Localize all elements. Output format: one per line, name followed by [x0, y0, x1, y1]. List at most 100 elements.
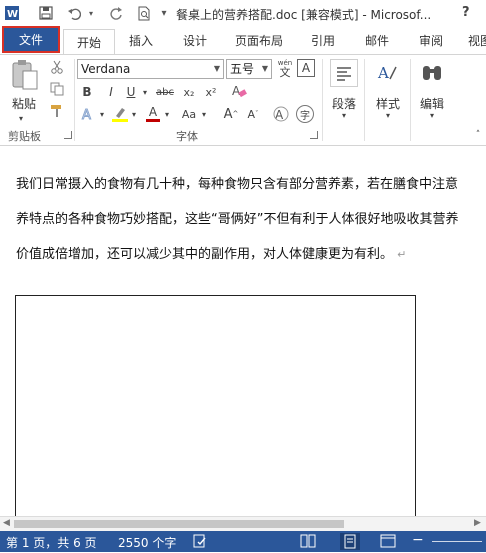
- tab-design[interactable]: 设计: [172, 29, 218, 51]
- document-area[interactable]: 我们日常摄入的食物有几十种，每种食物只含有部分营养素，若在膳食中注意 养特点的各…: [0, 147, 486, 516]
- underline-button[interactable]: U: [124, 83, 138, 101]
- font-name-select[interactable]: Verdana ▼: [77, 59, 224, 79]
- document-line: 养特点的各种食物巧妙搭配，这些“哥俩好”不但有利于人体很好地吸收其营养: [16, 212, 459, 227]
- paragraph-dropdown-icon[interactable]: ▾: [339, 110, 349, 120]
- font-color-letter: A: [148, 105, 158, 119]
- enclose-characters-button[interactable]: 字: [296, 105, 314, 123]
- paste-icon[interactable]: [10, 59, 40, 91]
- caret-down-icon: ˇ: [255, 110, 259, 118]
- change-case-dropdown-icon[interactable]: ▾: [200, 105, 208, 123]
- group-separator: [322, 59, 323, 141]
- caret-up-icon: ^: [232, 110, 239, 118]
- tab-file[interactable]: 文件: [2, 26, 60, 53]
- binoculars-icon[interactable]: [418, 59, 446, 87]
- ribbon-tabs: 文件 开始 插入 设计 页面布局 引用 邮件 审阅 视图: [0, 26, 486, 54]
- font-size-select[interactable]: 五号 ▼: [226, 59, 272, 79]
- font-size-value: 五号: [230, 62, 255, 76]
- save-icon[interactable]: [38, 5, 54, 21]
- svg-text:A: A: [82, 108, 91, 122]
- customize-toolbar-icon[interactable]: ▾: [158, 5, 170, 21]
- format-painter-icon[interactable]: [48, 103, 66, 119]
- web-layout-icon[interactable]: [380, 534, 396, 551]
- editing-dropdown-icon[interactable]: ▾: [427, 110, 437, 120]
- tab-mailings[interactable]: 邮件: [354, 29, 400, 51]
- word-count[interactable]: 2550 个字: [118, 534, 176, 551]
- font-color-dropdown-icon[interactable]: ▾: [163, 105, 171, 123]
- undo-icon[interactable]: [66, 5, 82, 21]
- phonetic-char: 文: [279, 66, 291, 79]
- ribbon: 粘贴 ▾ 剪贴板 Verdana ▼ 五号 ▼ wén 文 A B I U ▾ …: [0, 54, 486, 146]
- strikethrough-button[interactable]: abc: [154, 83, 176, 101]
- window-title: 餐桌上的营养搭配.doc [兼容模式] - Microsof...: [176, 8, 432, 22]
- zoom-slider[interactable]: [432, 541, 482, 542]
- change-case-button[interactable]: Aa: [178, 105, 200, 123]
- horizontal-scrollbar[interactable]: ◀ ▶: [0, 516, 486, 531]
- group-separator: [410, 59, 411, 141]
- text-effects-icon[interactable]: A: [80, 105, 98, 123]
- highlight-icon[interactable]: [110, 104, 130, 124]
- scroll-thumb[interactable]: [14, 520, 344, 528]
- shrink-font-button[interactable]: Aˇ: [244, 105, 262, 123]
- font-color-bar: [146, 119, 160, 122]
- tab-insert[interactable]: 插入: [118, 29, 164, 51]
- read-mode-icon[interactable]: [300, 534, 316, 551]
- paste-button[interactable]: 粘贴: [12, 95, 36, 112]
- cut-icon[interactable]: [48, 59, 66, 75]
- italic-button[interactable]: I: [104, 83, 118, 101]
- font-launcher-icon[interactable]: [310, 131, 318, 139]
- document-line: 价值成倍增加，还可以减少其中的副作用，对人体健康更为有利。 ↵: [16, 243, 406, 262]
- bold-button[interactable]: B: [80, 83, 94, 101]
- collapse-ribbon-icon[interactable]: ˄: [472, 129, 484, 141]
- svg-text:A: A: [232, 84, 241, 98]
- styles-icon[interactable]: A: [374, 59, 402, 87]
- scroll-left-icon[interactable]: ◀: [3, 518, 10, 528]
- phonetic-guide-button[interactable]: wén 文: [275, 57, 295, 79]
- chevron-down-icon: ▼: [213, 64, 220, 73]
- tab-references[interactable]: 引用: [300, 29, 346, 51]
- undo-dropdown-icon[interactable]: ▾: [86, 5, 96, 21]
- font-color-button[interactable]: A: [144, 104, 162, 124]
- scroll-right-icon[interactable]: ▶: [474, 518, 481, 528]
- group-separator: [364, 59, 365, 141]
- proofing-icon[interactable]: [192, 533, 208, 552]
- redo-icon[interactable]: [108, 5, 124, 21]
- tab-page-layout[interactable]: 页面布局: [226, 29, 292, 51]
- svg-text:W: W: [7, 9, 18, 20]
- character-border-button[interactable]: A: [297, 59, 315, 77]
- status-bar: 第 1 页，共 6 页 2550 个字 −: [0, 531, 486, 552]
- tab-review[interactable]: 审阅: [408, 29, 454, 51]
- superscript-button[interactable]: x²: [202, 83, 220, 101]
- svg-text:A: A: [275, 108, 284, 122]
- tab-home[interactable]: 开始: [63, 29, 115, 54]
- svg-text:A: A: [377, 64, 389, 82]
- print-preview-icon[interactable]: [136, 5, 152, 21]
- zoom-out-icon[interactable]: −: [412, 532, 424, 548]
- image-frame[interactable]: [15, 295, 416, 516]
- shrink-font-letter: A: [247, 107, 256, 121]
- clear-formatting-icon[interactable]: A: [230, 81, 248, 101]
- group-separator: [74, 59, 75, 141]
- clipboard-launcher-icon[interactable]: [64, 131, 72, 139]
- paragraph-icon[interactable]: [330, 59, 358, 87]
- copy-icon[interactable]: [48, 81, 66, 97]
- document-line: 我们日常摄入的食物有几十种，每种食物只含有部分营养素，若在膳食中注意: [16, 177, 459, 192]
- styles-dropdown-icon[interactable]: ▾: [383, 110, 393, 120]
- page-count[interactable]: 第 1 页，共 6 页: [6, 534, 97, 551]
- document-line-text: 价值成倍增加，还可以减少其中的副作用，对人体健康更为有利。: [16, 247, 394, 262]
- font-name-value: Verdana: [81, 62, 131, 76]
- chevron-down-icon: ▼: [261, 64, 268, 73]
- grow-font-letter: A: [223, 106, 233, 122]
- print-layout-icon[interactable]: [340, 533, 360, 550]
- word-app-icon[interactable]: W: [4, 5, 20, 21]
- subscript-button[interactable]: x₂: [180, 83, 198, 101]
- underline-dropdown-icon[interactable]: ▾: [140, 83, 150, 101]
- text-effects-dropdown-icon[interactable]: ▾: [98, 105, 106, 123]
- character-shading-icon[interactable]: A: [272, 105, 290, 123]
- grow-font-button[interactable]: A ^: [222, 105, 240, 123]
- tab-view[interactable]: 视图: [460, 29, 486, 51]
- help-button[interactable]: ?: [462, 5, 470, 20]
- paste-dropdown-icon[interactable]: ▾: [16, 113, 26, 123]
- clipboard-group-label: 剪贴板: [8, 130, 41, 143]
- font-group-label: 字体: [176, 130, 198, 143]
- highlight-dropdown-icon[interactable]: ▾: [130, 105, 138, 123]
